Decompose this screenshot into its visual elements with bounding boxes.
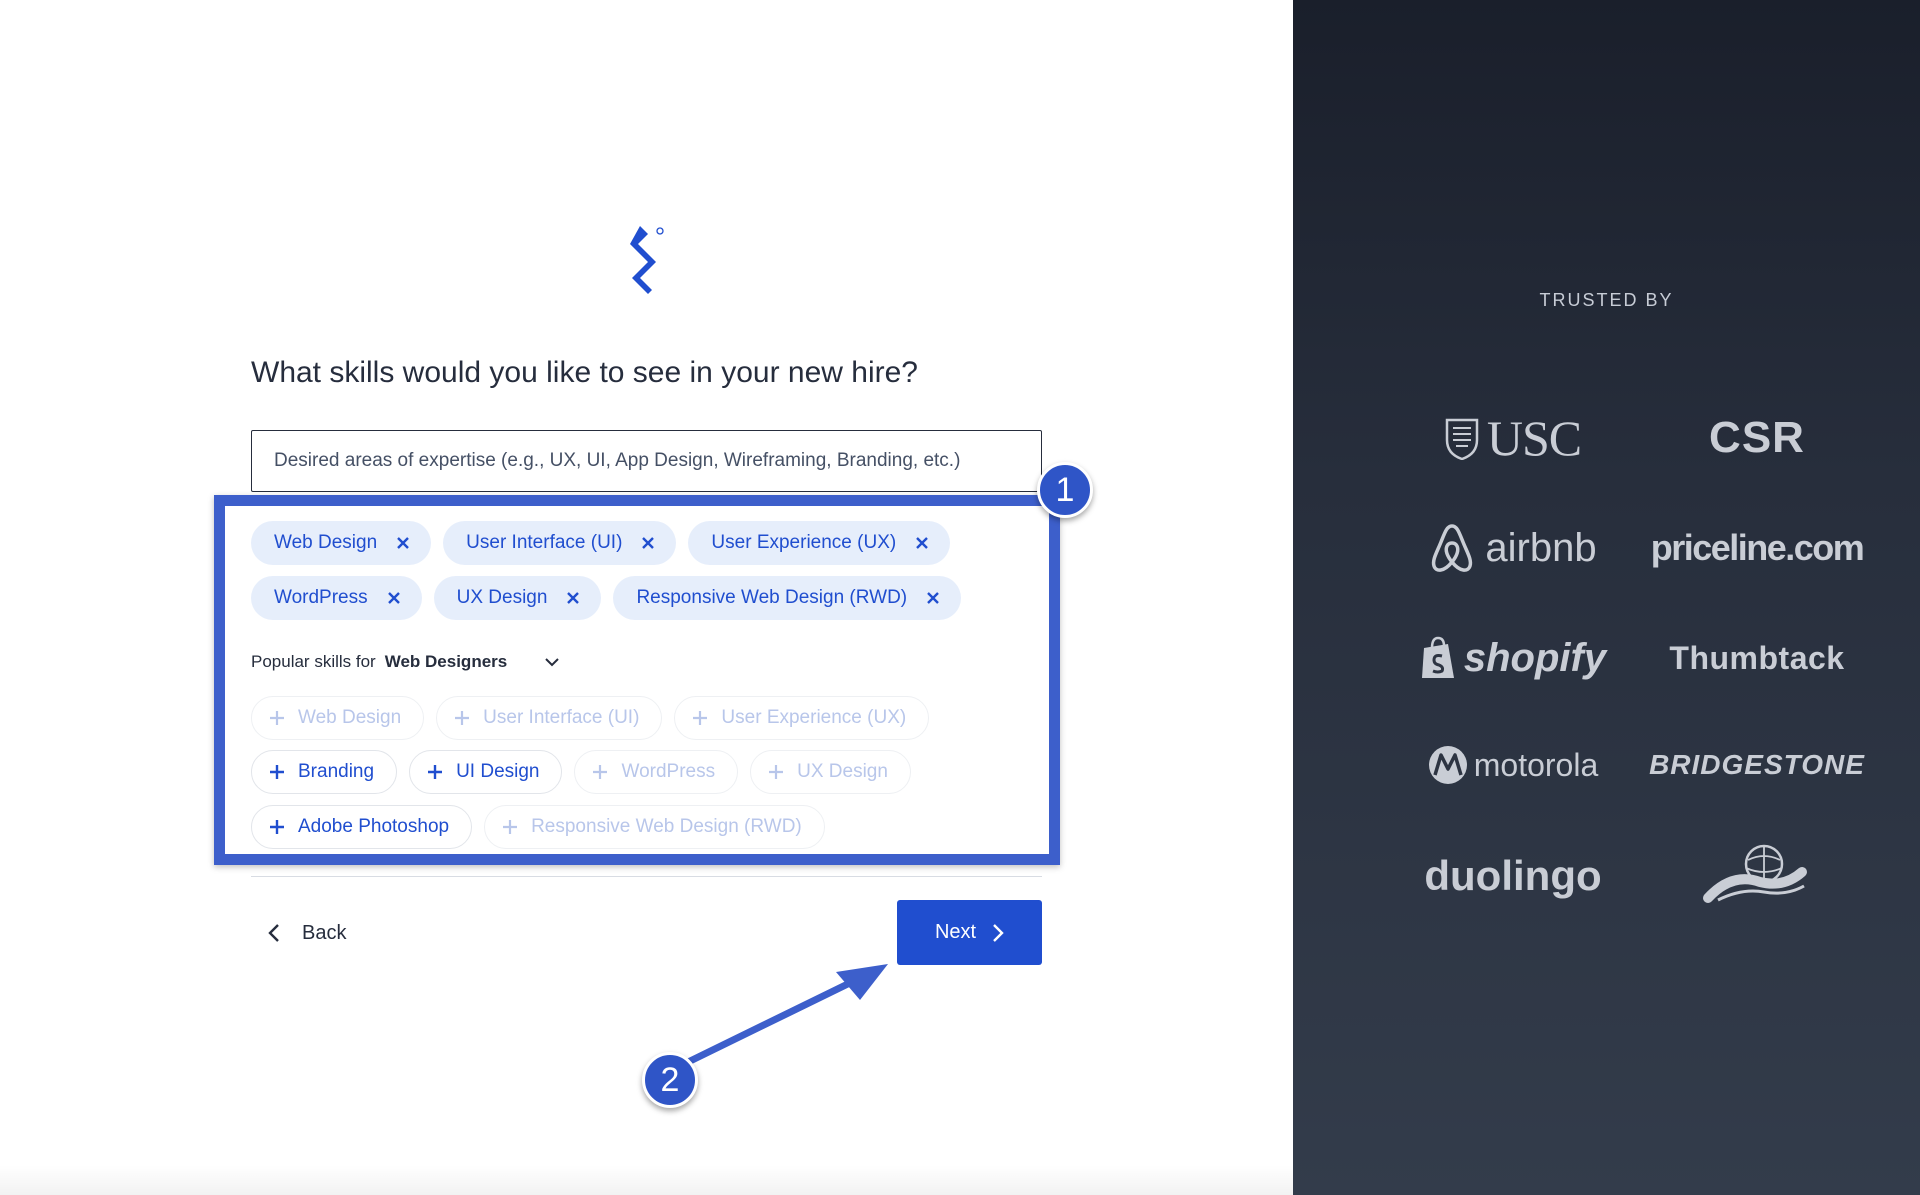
plus-icon	[270, 820, 284, 834]
skill-label: Web Design	[274, 532, 378, 553]
skill-label: WordPress	[621, 761, 716, 782]
plus-icon	[693, 711, 708, 725]
airbnb-wordmark: airbnb	[1485, 525, 1597, 570]
suggested-skill-chip: WordPress	[574, 750, 739, 794]
popular-skills-role: Web Designers	[384, 652, 508, 671]
popular-skills-label: Popular skills for	[251, 652, 376, 671]
skill-label: User Interface (UI)	[466, 532, 623, 553]
csr-logo: CSR	[1642, 398, 1872, 478]
page: What skills would you like to see in you…	[0, 0, 1920, 1195]
skill-label: Adobe Photoshop	[298, 816, 450, 837]
cavaliers-logo	[1642, 836, 1872, 916]
annotation-arrow-icon	[680, 964, 888, 1069]
duolingo-wordmark: duolingo	[1424, 852, 1602, 899]
divider	[251, 876, 1042, 877]
csr-wordmark: CSR	[1709, 413, 1805, 462]
form-panel: What skills would you like to see in you…	[0, 0, 1293, 1195]
skill-label: UX Design	[456, 587, 548, 608]
cavaliers-logo-icon	[1703, 844, 1807, 903]
expertise-search-input[interactable]	[251, 430, 1042, 492]
selected-skill-chip: User Interface (UI)	[443, 521, 677, 565]
usc-logo: USC	[1398, 398, 1628, 478]
motorola-wordmark: motorola	[1473, 746, 1599, 783]
selected-skill-chip: UX Design	[433, 576, 602, 620]
suggested-skills-row-2: Branding UI Design WordPress UX Design	[251, 750, 911, 794]
suggested-skill-chip: Responsive Web Design (RWD)	[484, 805, 825, 849]
bridgestone-logo: BRIDGESTONE	[1642, 725, 1872, 805]
selected-skill-chip: Responsive Web Design (RWD)	[613, 576, 962, 620]
remove-icon[interactable]	[927, 592, 939, 604]
remove-icon[interactable]	[916, 537, 929, 549]
shopify-wordmark: shopify	[1463, 635, 1607, 680]
suggested-skill-chip: User Interface (UI)	[436, 696, 663, 740]
thumbtack-logo: Thumbtack	[1642, 618, 1872, 698]
usc-seal-icon	[1445, 418, 1479, 460]
selected-skill-chip: User Experience (UX)	[688, 521, 951, 565]
airbnb-mark-icon	[1432, 524, 1473, 572]
suggested-skill-chip: User Experience (UX)	[674, 696, 930, 740]
skill-label: Responsive Web Design (RWD)	[531, 816, 802, 837]
add-skill-ui-design-button[interactable]: UI Design	[409, 750, 563, 794]
priceline-wordmark: priceline	[1650, 527, 1787, 568]
back-label: Back	[302, 921, 347, 944]
shopify-bag-icon	[1421, 636, 1454, 678]
skill-label: Branding	[298, 761, 375, 782]
usc-wordmark: USC	[1486, 410, 1582, 466]
skill-label: UI Design	[456, 761, 540, 782]
airbnb-logo: airbnb	[1398, 508, 1628, 588]
popular-skills-selector[interactable]: Popular skills for Web Designers	[251, 652, 559, 672]
chevron-left-icon	[268, 923, 280, 943]
selected-skills-row-2: WordPress UX Design Responsive Web Desig…	[251, 576, 962, 620]
suggested-skill-chip: Web Design	[251, 696, 425, 740]
plus-icon	[270, 711, 284, 725]
shopify-logo: shopify	[1398, 618, 1628, 698]
remove-icon[interactable]	[642, 537, 655, 549]
suggested-skills-row-3: Adobe Photoshop Responsive Web Design (R…	[251, 805, 825, 849]
plus-icon	[270, 765, 284, 779]
remove-icon[interactable]	[387, 592, 400, 604]
next-button[interactable]: Next	[897, 900, 1042, 965]
suggested-skills-row-1: Web Design User Interface (UI) User Expe…	[251, 696, 930, 740]
add-skill-adobe-photoshop-button[interactable]: Adobe Photoshop	[251, 805, 473, 849]
skill-label: UX Design	[797, 761, 888, 782]
priceline-suffix: .com	[1785, 527, 1865, 568]
remove-icon[interactable]	[397, 537, 410, 549]
motorola-logo: motorola	[1398, 725, 1628, 805]
priceline-logo: priceline .com	[1642, 508, 1872, 588]
toptal-logo-icon	[630, 226, 664, 294]
annotation-badge-1: 1	[1037, 462, 1093, 518]
annotation-badge-2: 2	[642, 1052, 698, 1108]
plus-icon	[455, 711, 470, 725]
plus-icon	[503, 820, 518, 834]
remove-icon[interactable]	[567, 592, 580, 604]
next-label: Next	[934, 921, 977, 943]
selected-skill-chip: WordPress	[251, 576, 422, 620]
suggested-skill-chip: UX Design	[750, 750, 911, 794]
selected-skill-chip: Web Design	[251, 521, 432, 565]
question-heading: What skills would you like to see in you…	[251, 356, 918, 389]
motorola-batwing-icon	[1428, 746, 1467, 784]
skill-label: User Interface (UI)	[483, 707, 640, 728]
selected-skills-row-1: Web Design User Interface (UI) User Expe…	[251, 521, 951, 565]
trusted-by-heading: TRUSTED BY	[1539, 290, 1674, 310]
skill-label: Responsive Web Design (RWD)	[636, 587, 908, 608]
duolingo-logo: duolingo	[1398, 836, 1628, 916]
trusted-by-panel: TRUSTED BY USC CSR airbnb priceline.com	[1293, 0, 1920, 1195]
chevron-down-icon	[545, 657, 559, 667]
skill-label: User Experience (UX)	[721, 707, 907, 728]
bridgestone-wordmark: BRIDGESTONE	[1649, 749, 1865, 780]
skill-label: WordPress	[274, 587, 368, 608]
plus-icon	[428, 765, 443, 779]
plus-icon	[593, 765, 608, 779]
plus-icon	[769, 765, 784, 779]
chevron-right-icon	[992, 923, 1004, 943]
skill-label: User Experience (UX)	[711, 532, 897, 553]
skill-label: Web Design	[298, 707, 402, 728]
add-skill-branding-button[interactable]: Branding	[251, 750, 398, 794]
thumbtack-wordmark: Thumbtack	[1669, 639, 1845, 676]
back-button[interactable]: Back	[268, 913, 346, 953]
